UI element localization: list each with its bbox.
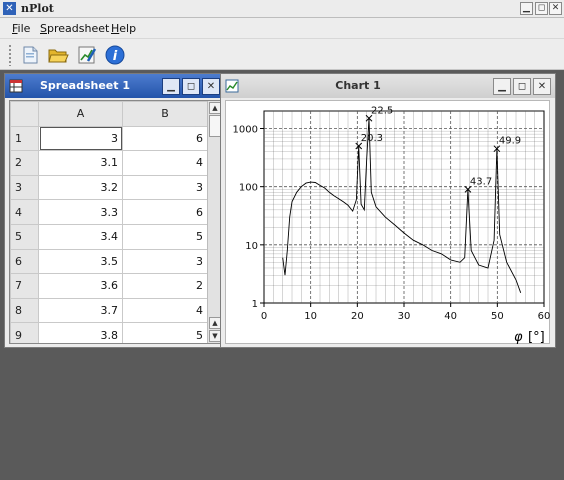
chart-minimize-button[interactable]: ▁ <box>493 78 511 95</box>
peak-label: 43.7 <box>470 176 492 187</box>
chart-edit-icon[interactable] <box>76 44 98 66</box>
table-row[interactable]: 4 3.3 6 <box>10 199 208 225</box>
x-tick-label: 20 <box>351 311 364 322</box>
minimize-button[interactable]: ▁ <box>520 2 533 15</box>
app-titlebar: ✕ nPlot ▁ ◻ ✕ <box>0 0 564 18</box>
chart-close-button[interactable]: ✕ <box>533 78 551 95</box>
spreadsheet-title: Spreadsheet 1 <box>39 79 131 92</box>
menubar: File Spreadsheet Help <box>0 18 564 38</box>
peak-label: 20.3 <box>361 133 383 144</box>
cell-a[interactable]: 3.6 <box>38 273 123 299</box>
row-header[interactable]: 1 <box>10 125 39 152</box>
cell-a[interactable]: 3.2 <box>38 174 123 201</box>
cell-a[interactable]: 3.3 <box>38 199 123 225</box>
cell-b[interactable]: 2 <box>122 273 208 299</box>
cell-b[interactable]: 4 <box>122 150 208 176</box>
peak-label: 49.9 <box>499 136 521 147</box>
x-axis-unit: [°] <box>528 330 545 345</box>
spreadsheet-titlebar[interactable]: Spreadsheet 1 ▁ ◻ ✕ <box>5 74 225 98</box>
table-row[interactable]: 136 <box>10 125 208 152</box>
app-icon: ✕ <box>3 2 16 15</box>
cell-b[interactable]: 6 <box>122 199 208 225</box>
y-tick-label: 10 <box>245 241 258 252</box>
y-tick-label: 100 <box>239 183 258 194</box>
close-button[interactable]: ✕ <box>549 2 562 15</box>
row-header[interactable]: 8 <box>10 297 39 324</box>
menu-help[interactable]: Help <box>111 22 136 35</box>
mdi-workspace: Spreadsheet 1 ▁ ◻ ✕ A B 1 3 6 2 3.1 4 3 3.2 3 4 3.… <box>0 71 564 480</box>
spreadsheet-grid[interactable]: A B 1 3 6 2 3.1 4 3 3.2 3 4 3.3 6 5 3.4 5 6 3.5 3 7 3.6 2 8 3.… <box>9 100 222 344</box>
toolbar: i <box>0 38 564 70</box>
menu-file[interactable]: File <box>12 22 30 35</box>
cell-b[interactable]: 5 <box>122 223 208 250</box>
x-tick-label: 50 <box>491 311 504 322</box>
x-tick-label: 10 <box>304 311 317 322</box>
menu-spreadsheet[interactable]: Spreadsheet <box>40 22 109 35</box>
cell-b[interactable]: 5 <box>122 322 208 343</box>
x-tick-label: 30 <box>398 311 411 322</box>
chart-canvas[interactable]: 0 10 20 30 40 50 60 1 10 100 1000 20.3 22.5 43.7 49.9… <box>225 100 551 345</box>
chart-maximize-button[interactable]: ◻ <box>513 78 531 95</box>
cell-b[interactable]: 3 <box>122 248 208 275</box>
data-series-line <box>282 118 522 293</box>
table-row[interactable]: 7 3.6 2 <box>10 273 208 299</box>
svg-text:i: i <box>113 49 118 64</box>
maximize-button[interactable]: ◻ <box>535 2 548 15</box>
cell-a[interactable]: 3.4 <box>38 223 123 250</box>
row-header[interactable]: 5 <box>10 223 39 250</box>
table-row[interactable]: 6 3.5 3 <box>10 248 208 275</box>
chart-title: Chart 1 <box>335 79 381 92</box>
chart-window: Chart 1 ▁ ◻ ✕ 0 10 20 30 40 50 60 1 10 100 1000 20… <box>220 73 556 348</box>
table-row[interactable]: 2 3.1 4 <box>10 150 208 176</box>
y-tick-label: 1 <box>252 299 258 310</box>
info-icon[interactable]: i <box>104 44 126 66</box>
table-row[interactable]: 9 3.8 5 <box>10 322 208 343</box>
row-header[interactable]: 3 <box>10 174 39 201</box>
cell-b[interactable]: 4 <box>122 297 208 324</box>
x-tick-label: 0 <box>261 311 267 322</box>
spreadsheet-maximize-button[interactable]: ◻ <box>182 78 200 95</box>
x-tick-label: 40 <box>444 311 457 322</box>
cell-a[interactable]: 3 <box>38 125 123 152</box>
cell-a[interactable]: 3.1 <box>38 150 123 176</box>
table-row[interactable]: 5 3.4 5 <box>10 223 208 250</box>
row-header[interactable]: 9 <box>10 322 39 343</box>
spreadsheet-window: Spreadsheet 1 ▁ ◻ ✕ A B 1 3 6 2 3.1 4 3 3.2 3 4 3.… <box>4 73 226 348</box>
row-header[interactable]: 7 <box>10 273 39 299</box>
cell-b[interactable]: 3 <box>122 174 208 201</box>
chart-titlebar[interactable]: Chart 1 ▁ ◻ ✕ <box>221 74 555 98</box>
cell-a[interactable]: 3.7 <box>38 297 123 324</box>
x-axis-symbol: φ <box>514 330 523 345</box>
new-document-icon[interactable] <box>19 44 41 66</box>
table-row[interactable]: 3 3.2 3 <box>10 174 208 201</box>
y-tick-label: 1000 <box>233 125 258 136</box>
chart-plot: 0 10 20 30 40 50 60 1 10 100 1000 20.3 22.5 43.7 49.9… <box>233 105 551 345</box>
column-header-a[interactable]: A <box>38 101 123 127</box>
toolbar-grip[interactable] <box>8 44 12 66</box>
row-header[interactable]: 6 <box>10 248 39 275</box>
app-title: nPlot <box>21 2 54 15</box>
row-header[interactable]: 4 <box>10 199 39 225</box>
cell-b[interactable]: 6 <box>122 125 208 152</box>
column-header-b[interactable]: B <box>122 101 208 127</box>
cell-a[interactable]: 3.8 <box>38 322 123 343</box>
data-table: A B 1 3 6 2 3.1 4 3 3.2 3 4 3.3 6 5 3.4 5 6 3.5 3 7 3.6 2 8 3.… <box>10 101 208 343</box>
row-header[interactable]: 2 <box>10 150 39 176</box>
cell-a[interactable]: 3.5 <box>38 248 123 275</box>
spreadsheet-close-button[interactable]: ✕ <box>202 78 220 95</box>
x-tick-label: 60 <box>538 311 551 322</box>
peak-label: 22.5 <box>371 105 393 116</box>
table-row[interactable]: 8 3.7 4 <box>10 297 208 324</box>
spreadsheet-minimize-button[interactable]: ▁ <box>162 78 180 95</box>
open-folder-icon[interactable] <box>47 44 69 66</box>
corner-cell[interactable] <box>10 101 39 127</box>
